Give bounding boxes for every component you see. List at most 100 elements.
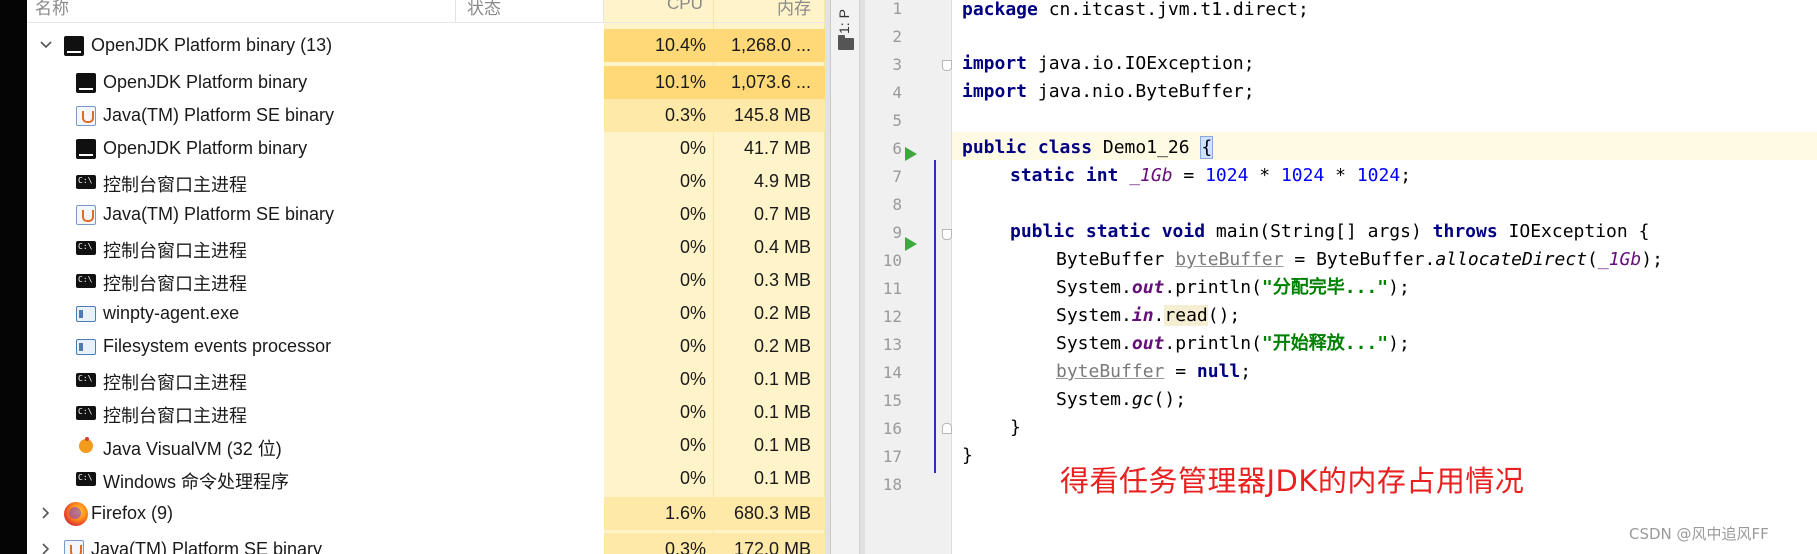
line-number: 6 xyxy=(892,139,902,158)
chevron-right-icon[interactable] xyxy=(39,542,53,554)
memory-value: 0.4 MB xyxy=(753,237,811,257)
cpu-value: 0% xyxy=(679,435,706,455)
process-row[interactable]: Filesystem events processor 0% 0.2 MB xyxy=(27,330,825,363)
memory-value: 1,268.0 ... xyxy=(730,35,811,55)
line-number: 15 xyxy=(882,391,902,410)
column-divider[interactable] xyxy=(455,0,456,22)
process-name: Windows 命令处理程序 xyxy=(103,472,290,492)
process-row[interactable]: 控制台窗口主进程 0% 0.3 MB xyxy=(27,264,825,297)
line-number: 18 xyxy=(882,475,902,494)
line-number: 9 xyxy=(892,223,902,242)
console-icon xyxy=(76,373,96,387)
cpu-value: 0% xyxy=(679,468,706,488)
line-number: 14 xyxy=(882,363,902,382)
process-row[interactable]: Java VisualVM (32 位) 0% 0.1 MB xyxy=(27,429,825,462)
watermark: CSDN @风中追风FF xyxy=(1629,525,1769,543)
process-row[interactable]: Java(TM) Platform SE binary 0% 0.7 MB xyxy=(27,198,825,231)
matched-brace: { xyxy=(1200,136,1214,159)
memory-value: 0.1 MB xyxy=(753,402,811,422)
process-name: 控制台窗口主进程 xyxy=(103,241,247,261)
cpu-value: 0% xyxy=(679,237,706,257)
process-name: winpty-agent.exe xyxy=(103,303,240,323)
process-row[interactable]: Windows 命令处理程序 0% 0.1 MB xyxy=(27,462,825,495)
console-icon xyxy=(76,406,96,420)
chevron-right-icon[interactable] xyxy=(39,506,53,520)
column-divider[interactable] xyxy=(603,0,604,22)
folder-icon[interactable] xyxy=(838,35,854,50)
line-number: 8 xyxy=(892,195,902,214)
window-left-edge xyxy=(0,0,27,554)
memory-value: 172.0 MB xyxy=(733,539,811,554)
process-name: Java VisualVM (32 位) xyxy=(103,439,282,459)
process-row[interactable]: Java(TM) Platform SE binary 0.3% 145.8 MB xyxy=(27,99,825,132)
memory-value: 0.2 MB xyxy=(753,336,811,356)
line-number: 7 xyxy=(892,167,902,186)
process-name: 控制台窗口主进程 xyxy=(103,175,247,195)
process-name: 控制台窗口主进程 xyxy=(103,406,247,426)
process-group-row[interactable]: Java(TM) Platform SE binary 0.3% 172.0 MB xyxy=(27,533,825,554)
memory-value: 1,073.6 ... xyxy=(730,72,811,92)
line-number: 2 xyxy=(892,27,902,46)
line-number: 3 xyxy=(892,55,902,74)
cpu-value: 0% xyxy=(679,336,706,356)
cpu-value: 0.3% xyxy=(664,105,706,125)
brace-match-guide xyxy=(934,160,936,473)
process-group-row[interactable]: Firefox (9) 1.6% 680.3 MB xyxy=(27,497,825,530)
memory-value: 0.1 MB xyxy=(753,435,811,455)
process-name: 控制台窗口主进程 xyxy=(103,274,247,294)
process-name: OpenJDK Platform binary xyxy=(103,72,308,92)
process-row[interactable]: winpty-agent.exe 0% 0.2 MB xyxy=(27,297,825,330)
code-line-7: static int _1Gb = 1024 * 1024 * 1024; xyxy=(1010,165,1412,186)
cpu-value: 0.3% xyxy=(664,539,706,554)
cpu-value: 0% xyxy=(679,369,706,389)
code-line-17: } xyxy=(962,445,973,466)
memory-value: 145.8 MB xyxy=(733,105,811,125)
process-row[interactable]: 控制台窗口主进程 0% 0.1 MB xyxy=(27,363,825,396)
jetbrains-icon xyxy=(76,73,96,93)
process-name: Java(TM) Platform SE binary xyxy=(103,204,335,224)
code-line-9: public static void main(String[] args) t… xyxy=(1010,221,1650,242)
column-header-cpu[interactable]: CPU xyxy=(667,0,703,14)
line-number: 1 xyxy=(892,0,902,18)
memory-value: 0.7 MB xyxy=(753,204,811,224)
fold-method-icon[interactable] xyxy=(942,229,952,240)
java-icon xyxy=(76,106,96,126)
code-line-16: } xyxy=(1010,417,1021,438)
project-tool-tab[interactable]: 1: P xyxy=(836,0,852,34)
console-icon xyxy=(76,274,96,288)
console-icon xyxy=(76,241,96,255)
fold-method-end-icon[interactable] xyxy=(942,423,952,434)
process-row[interactable]: 控制台窗口主进程 0% 0.1 MB xyxy=(27,396,825,429)
process-row[interactable]: OpenJDK Platform binary 10.1% 1,073.6 ... xyxy=(27,66,825,99)
memory-value: 0.1 MB xyxy=(753,369,811,389)
process-row[interactable]: OpenJDK Platform binary 0% 41.7 MB xyxy=(27,132,825,165)
code-line-1: package cn.itcast.jvm.t1.direct; xyxy=(962,0,1309,20)
fold-imports-icon[interactable] xyxy=(942,60,952,71)
line-number: 13 xyxy=(882,335,902,354)
process-group-row[interactable]: OpenJDK Platform binary (13) 10.4% 1,268.0… xyxy=(27,29,825,62)
column-header-name[interactable]: 名称 xyxy=(35,0,69,19)
column-header-status[interactable]: 状态 xyxy=(467,0,501,19)
line-number: 16 xyxy=(882,419,902,438)
memory-value: 4.9 MB xyxy=(753,171,811,191)
cpu-value: 0% xyxy=(679,303,706,323)
firefox-icon xyxy=(64,502,88,526)
code-line-15: System.gc(); xyxy=(1056,389,1187,410)
memory-value: 0.3 MB xyxy=(753,270,811,290)
memory-value: 41.7 MB xyxy=(743,138,811,158)
visualvm-icon xyxy=(76,436,96,456)
process-row[interactable]: 控制台窗口主进程 0% 4.9 MB xyxy=(27,165,825,198)
cpu-value: 0% xyxy=(679,270,706,290)
code-line-11: System.out.println("分配完毕..."); xyxy=(1056,277,1410,298)
run-main-icon[interactable] xyxy=(905,237,917,251)
code-line-14: byteBuffer = null; xyxy=(1056,361,1252,382)
run-class-icon[interactable] xyxy=(905,147,917,161)
cpu-value: 0% xyxy=(679,138,706,158)
jetbrains-icon xyxy=(64,36,84,56)
column-header-memory[interactable]: 内存 xyxy=(777,0,811,19)
red-annotation-text: 得看任务管理器JDK的内存占用情况 xyxy=(1060,464,1525,498)
memory-value: 0.2 MB xyxy=(753,303,811,323)
java-icon xyxy=(76,205,96,225)
chevron-down-icon[interactable] xyxy=(39,38,53,52)
process-row[interactable]: 控制台窗口主进程 0% 0.4 MB xyxy=(27,231,825,264)
